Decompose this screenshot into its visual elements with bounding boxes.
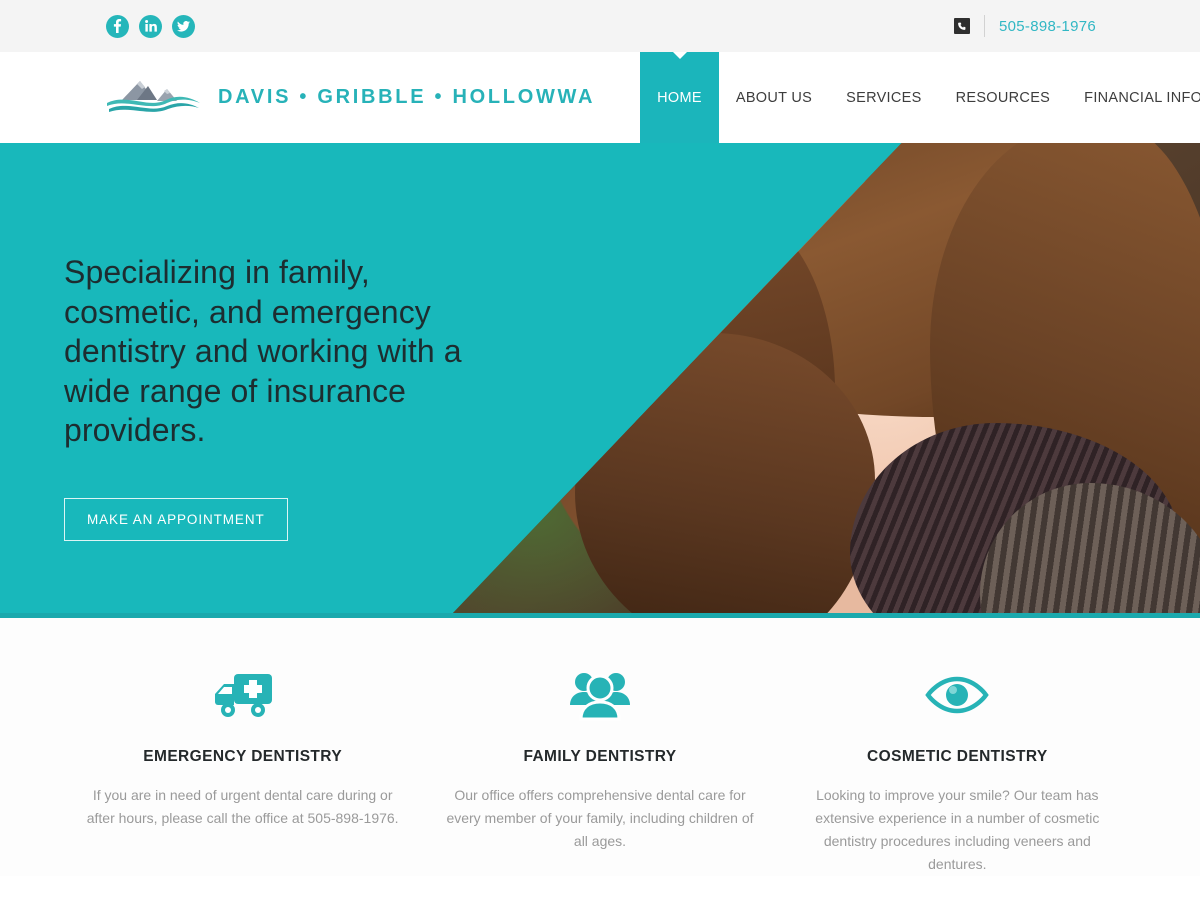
service-text-emergency: If you are in need of urgent dental care… <box>86 787 399 826</box>
nav-item-services[interactable]: SERVICES <box>829 52 938 143</box>
service-title-family: FAMILY DENTISTRY <box>523 748 677 765</box>
nav-item-resources[interactable]: RESOURCES <box>939 52 1068 143</box>
logo-wordmark: DAVIS • GRIBBLE • HOLLOWWA <box>218 86 596 108</box>
main-navigation: HOME ABOUT US SERVICES RESOURCES FINANCI… <box>640 52 1200 143</box>
hero-section: Specializing in family, cosmetic, and em… <box>0 143 1200 613</box>
eye-icon <box>797 664 1118 726</box>
hero-heading: Specializing in family, cosmetic, and em… <box>64 254 462 448</box>
service-title-cosmetic: COSMETIC DENTISTRY <box>867 748 1048 765</box>
twitter-icon[interactable] <box>172 14 195 38</box>
phone-number-link[interactable]: 505-898-1976 <box>999 18 1096 35</box>
hero-content: Specializing in family, cosmetic, and em… <box>0 143 1200 541</box>
service-card-family: FAMILY DENTISTRY Our office offers compr… <box>421 664 778 876</box>
facebook-icon[interactable] <box>106 14 129 38</box>
make-an-appointment-button[interactable]: MAKE AN APPOINTMENT <box>64 497 288 541</box>
site-header: DAVIS • GRIBBLE • HOLLOWWA HOME ABOUT US… <box>0 52 1200 143</box>
nav-item-home[interactable]: HOME <box>640 52 719 143</box>
social-links <box>106 14 195 38</box>
site-logo[interactable]: DAVIS • GRIBBLE • HOLLOWWA <box>104 75 595 121</box>
service-card-cosmetic: COSMETIC DENTISTRY Looking to improve yo… <box>779 664 1136 876</box>
mountain-wave-logo-icon <box>104 75 204 121</box>
service-title-emergency: EMERGENCY DENTISTRY <box>143 748 343 765</box>
phone-icon <box>953 18 970 34</box>
service-card-emergency: EMERGENCY DENTISTRY If you are in need o… <box>64 664 421 876</box>
phone-divider <box>983 15 985 37</box>
service-text-cosmetic: Looking to improve your smile? Our team … <box>815 787 1100 872</box>
nav-item-financial-information[interactable]: FINANCIAL INFORMATION <box>1067 52 1200 143</box>
ambulance-icon <box>82 664 403 726</box>
services-section: EMERGENCY DENTISTRY If you are in need o… <box>0 618 1200 876</box>
nav-item-about-us[interactable]: ABOUT US <box>719 52 829 143</box>
people-group-icon <box>439 664 760 726</box>
phone-block: 505-898-1976 <box>953 15 1096 37</box>
linkedin-icon[interactable] <box>139 14 162 38</box>
service-text-family: Our office offers comprehensive dental c… <box>446 787 754 849</box>
top-utility-bar: 505-898-1976 <box>0 0 1200 52</box>
